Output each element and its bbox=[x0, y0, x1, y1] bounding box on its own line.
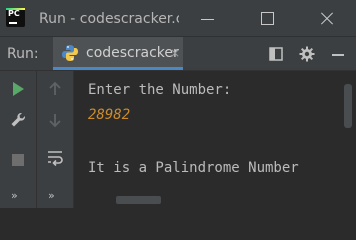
python-icon bbox=[62, 45, 78, 61]
svg-text:»: » bbox=[11, 189, 18, 202]
window-title: Run - codescracker.c bbox=[39, 11, 179, 27]
wrench-icon[interactable] bbox=[9, 111, 27, 129]
console-output[interactable]: Enter the Number: 28982 It is a Palindro… bbox=[74, 71, 356, 208]
run-tab-label: codescracker bbox=[86, 45, 179, 61]
svg-text:»: » bbox=[48, 189, 55, 202]
up-arrow-icon[interactable] bbox=[46, 80, 64, 98]
minimize-button[interactable] bbox=[194, 6, 220, 30]
pycharm-logo-icon: PC bbox=[6, 8, 25, 27]
layout-icon[interactable] bbox=[267, 45, 285, 63]
run-toolbar: Run: codescracker × bbox=[0, 37, 356, 71]
close-button[interactable] bbox=[314, 6, 340, 30]
console-actions-gutter: » bbox=[37, 71, 74, 208]
run-label: Run: bbox=[7, 46, 39, 62]
run-tab-codescracker[interactable]: codescracker × bbox=[53, 37, 183, 70]
stop-icon[interactable] bbox=[9, 151, 27, 169]
active-tab-indicator bbox=[53, 67, 183, 70]
title-bar: PC Run - codescracker.c bbox=[0, 0, 356, 37]
console-user-input: 28982 bbox=[88, 107, 131, 123]
hide-icon[interactable] bbox=[329, 45, 347, 63]
vertical-scrollbar[interactable] bbox=[344, 84, 352, 128]
run-actions-gutter: » bbox=[0, 71, 37, 208]
more-icon[interactable]: » bbox=[46, 186, 64, 204]
console-result: It is a Palindrome Number bbox=[88, 160, 299, 176]
horizontal-scrollbar[interactable] bbox=[116, 196, 161, 204]
gear-icon[interactable] bbox=[298, 45, 316, 63]
rerun-icon[interactable] bbox=[9, 80, 27, 98]
soft-wrap-icon[interactable] bbox=[46, 148, 64, 166]
down-arrow-icon[interactable] bbox=[46, 111, 64, 129]
more-icon[interactable]: » bbox=[9, 186, 27, 204]
app-icon-text: PC bbox=[8, 9, 20, 18]
tab-close-icon[interactable]: × bbox=[170, 46, 180, 60]
maximize-button[interactable] bbox=[254, 6, 280, 30]
console-prompt: Enter the Number: bbox=[88, 82, 232, 98]
